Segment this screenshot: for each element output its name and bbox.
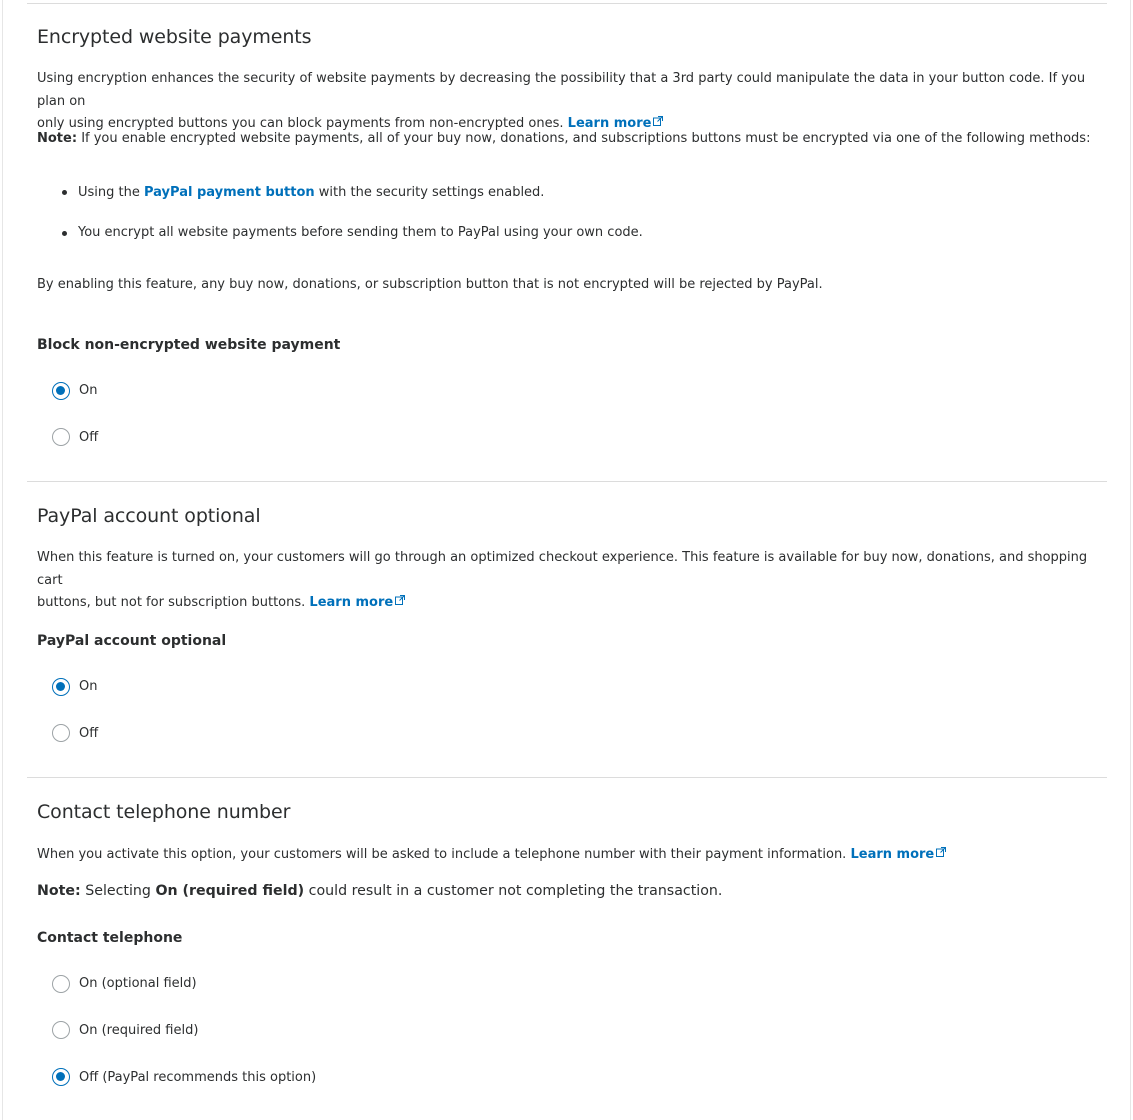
encrypted-bullet-1: Using the PayPal payment button with the… [78, 185, 544, 200]
encrypted-bullet-2: You encrypt all website payments before … [78, 225, 643, 240]
encrypted-section-title: Encrypted website payments [37, 26, 312, 48]
encrypted-description-line1: Using encryption enhances the security o… [37, 71, 1086, 109]
telephone-note-label: Note: [37, 883, 81, 899]
block-non-encrypted-radio-off[interactable] [52, 428, 70, 446]
encrypted-learn-more-label: Learn more [567, 116, 652, 131]
telephone-learn-more-link[interactable]: Learn more [850, 847, 947, 862]
telephone-radio-required[interactable] [52, 1021, 70, 1039]
account-optional-learn-more-link[interactable]: Learn more [309, 595, 406, 610]
telephone-radio-optional-label[interactable]: On (optional field) [79, 976, 197, 991]
account-optional-description-line1: When this feature is turned on, your cus… [37, 550, 1088, 588]
encrypted-description: Using encryption enhances the security o… [37, 68, 1112, 136]
block-non-encrypted-radio-on-label[interactable]: On [79, 383, 97, 398]
encrypted-note-label: Note: [37, 131, 78, 146]
external-link-icon [936, 847, 947, 857]
encrypted-note: Note: If you enable encrypted website pa… [37, 131, 1090, 146]
account-optional-description: When this feature is turned on, your cus… [37, 547, 1112, 615]
account-optional-section-title: PayPal account optional [37, 505, 261, 527]
encrypted-description-line2-text: only using encrypted buttons you can blo… [37, 116, 564, 131]
encrypted-learn-more-link[interactable]: Learn more [568, 116, 664, 131]
bullet-dot [62, 231, 67, 236]
telephone-note-pre: Selecting [85, 883, 151, 899]
account-optional-description-line2: buttons, but not for subscription button… [37, 592, 1112, 615]
account-optional-learn-more-label: Learn more [309, 595, 394, 610]
external-link-icon [653, 116, 664, 126]
telephone-description: When you activate this option, your cust… [37, 847, 947, 862]
account-optional-radio-on-label[interactable]: On [79, 679, 97, 694]
telephone-radio-off[interactable] [52, 1068, 70, 1086]
external-link-icon [395, 595, 406, 605]
account-optional-radio-off[interactable] [52, 724, 70, 742]
telephone-note: Note: Selecting On (required field) coul… [37, 883, 722, 899]
telephone-description-text: When you activate this option, your cust… [37, 847, 847, 862]
telephone-learn-more-label: Learn more [850, 847, 935, 862]
section-divider [27, 777, 1107, 778]
telephone-section-title: Contact telephone number [37, 801, 291, 823]
account-optional-radio-on[interactable] [52, 678, 70, 696]
telephone-radio-optional[interactable] [52, 975, 70, 993]
block-non-encrypted-radio-off-label[interactable]: Off [79, 430, 98, 445]
telephone-note-bold: On (required field) [155, 883, 305, 899]
telephone-radio-required-label[interactable]: On (required field) [79, 1023, 198, 1038]
paypal-payment-button-link[interactable]: PayPal payment button [144, 185, 315, 200]
account-optional-description-line2-text: buttons, but not for subscription button… [37, 595, 306, 610]
bullet-dot [62, 190, 67, 195]
encrypted-bullet-1-prefix: Using the [78, 185, 140, 200]
encrypted-bullet-1-suffix: with the security settings enabled. [318, 185, 545, 200]
encrypted-note-text: If you enable encrypted website payments… [81, 131, 1091, 146]
account-optional-option-label: PayPal account optional [37, 633, 227, 649]
block-non-encrypted-label: Block non-encrypted website payment [37, 337, 341, 353]
contact-telephone-label: Contact telephone [37, 930, 183, 946]
telephone-note-post: could result in a customer not completin… [308, 883, 723, 899]
telephone-radio-off-label[interactable]: Off (PayPal recommends this option) [79, 1070, 316, 1085]
block-non-encrypted-radio-on[interactable] [52, 382, 70, 400]
section-divider [27, 481, 1107, 482]
encrypted-enable-text: By enabling this feature, any buy now, d… [37, 277, 823, 292]
account-optional-radio-off-label[interactable]: Off [79, 726, 98, 741]
section-divider [27, 3, 1107, 4]
